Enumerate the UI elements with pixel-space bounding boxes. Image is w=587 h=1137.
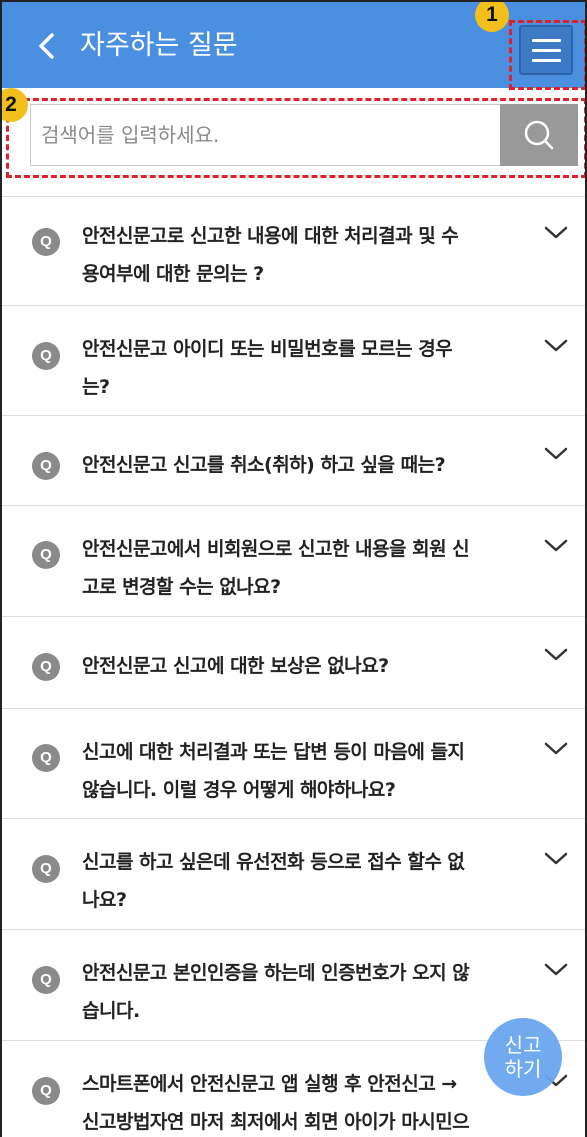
- faq-question: 신고를 하고 싶은데 유선전화 등으로 접수 할수 없나요?: [82, 843, 512, 919]
- faq-question-line: 는?: [82, 376, 110, 398]
- app-screen: 자주하는 질문 Q 안전신문고로 신고한 내용에 대한 처리결과 및 수용여부에…: [0, 0, 587, 1137]
- back-button[interactable]: [30, 24, 70, 68]
- q-icon: Q: [32, 855, 60, 883]
- report-fab-button[interactable]: 신고 하기: [484, 1018, 562, 1096]
- faq-question: 스마트폰에서 안전신문고 앱 실행 후 안전신고 → 신고방법자연 마저 최저에서…: [82, 1065, 512, 1137]
- q-icon: Q: [32, 1077, 60, 1105]
- faq-question-line: 안전신문고 본인인증을 하는데 인증번호가 오지 않: [82, 962, 470, 984]
- chevron-down-icon: [544, 963, 568, 976]
- faq-question-line: 않습니다. 이럴 경우 어떻게 해야하나요?: [82, 779, 396, 801]
- q-icon: Q: [32, 966, 60, 994]
- faq-question: 안전신문고 본인인증을 하는데 인증번호가 오지 않습니다.: [82, 954, 512, 1030]
- faq-item[interactable]: Q 안전신문고에서 비회원으로 신고한 내용을 회원 신고로 변경할 수는 없나…: [2, 505, 585, 616]
- faq-question-line: 고로 변경할 수는 없나요?: [82, 576, 281, 598]
- faq-item[interactable]: Q 안전신문고로 신고한 내용에 대한 처리결과 및 수용여부에 대한 문의는 …: [2, 196, 585, 305]
- chevron-down-icon: [544, 226, 568, 239]
- q-icon: Q: [32, 541, 60, 569]
- q-icon: Q: [32, 744, 60, 772]
- faq-question: 안전신문고 신고를 취소(취하) 하고 싶을 때는?: [82, 454, 446, 476]
- fab-label-line2: 하기: [504, 1057, 542, 1081]
- faq-item[interactable]: Q 신고를 하고 싶은데 유선전화 등으로 접수 할수 없나요?: [2, 818, 585, 929]
- chevron-down-icon: [544, 447, 568, 460]
- faq-question-line: 안전신문고로 신고한 내용에 대한 처리결과 및 수: [82, 225, 459, 247]
- hamburger-menu-icon: [532, 39, 561, 42]
- faq-question-line: 안전신문고 아이디 또는 비밀번호를 모르는 경우: [82, 338, 453, 360]
- search-icon: [524, 120, 554, 150]
- faq-question: 안전신문고에서 비회원으로 신고한 내용을 회원 신고로 변경할 수는 없나요?: [82, 530, 512, 606]
- faq-item[interactable]: Q 안전신문고 아이디 또는 비밀번호를 모르는 경우는?: [2, 305, 585, 415]
- menu-button[interactable]: [519, 25, 573, 75]
- q-icon: Q: [32, 653, 60, 681]
- faq-item[interactable]: Q 안전신문고 신고를 취소(취하) 하고 싶을 때는?: [2, 415, 585, 505]
- faq-question: 안전신문고 신고에 대한 보상은 없나요?: [82, 655, 389, 677]
- q-icon: Q: [32, 228, 60, 256]
- chevron-down-icon: [544, 742, 568, 755]
- faq-question-line: 습니다.: [82, 1000, 140, 1022]
- chevron-down-icon: [544, 852, 568, 865]
- faq-question-line: 신고방법자연 마저 최저에서 회면 아이가 마시민으: [82, 1111, 470, 1133]
- search-button[interactable]: [500, 104, 578, 166]
- faq-question: 안전신문고로 신고한 내용에 대한 처리결과 및 수용여부에 대한 문의는 ?: [82, 217, 512, 293]
- faq-question-line: 용여부에 대한 문의는 ?: [82, 263, 264, 285]
- fab-label-line1: 신고: [504, 1033, 542, 1057]
- search-input[interactable]: [30, 104, 500, 166]
- page-title: 자주하는 질문: [80, 30, 238, 61]
- chevron-down-icon: [544, 539, 568, 552]
- faq-question: 신고에 대한 처리결과 또는 답변 등이 마음에 들지않습니다. 이럴 경우 어…: [82, 733, 512, 809]
- faq-question: 안전신문고 아이디 또는 비밀번호를 모르는 경우는?: [82, 330, 512, 406]
- faq-item[interactable]: Q 안전신문고 본인인증을 하는데 인증번호가 오지 않습니다.: [2, 929, 585, 1040]
- hamburger-line: [532, 49, 561, 52]
- chevron-left-icon: [39, 33, 54, 59]
- faq-question-line: 나요?: [82, 889, 127, 911]
- chevron-down-icon: [544, 339, 568, 352]
- hamburger-line: [532, 59, 561, 62]
- chevron-down-icon: [544, 648, 568, 661]
- faq-question-line: 신고에 대한 처리결과 또는 답변 등이 마음에 들지: [82, 741, 465, 763]
- faq-question-line: 안전신문고에서 비회원으로 신고한 내용을 회원 신: [82, 538, 470, 560]
- faq-item[interactable]: Q 안전신문고 신고에 대한 보상은 없나요?: [2, 616, 585, 708]
- faq-question-line: 신고를 하고 싶은데 유선전화 등으로 접수 할수 없: [82, 851, 465, 873]
- faq-item[interactable]: Q 신고에 대한 처리결과 또는 답변 등이 마음에 들지않습니다. 이럴 경우…: [2, 708, 585, 818]
- faq-question-line: 스마트폰에서 안전신문고 앱 실행 후 안전신고 →: [82, 1073, 457, 1095]
- q-icon: Q: [32, 342, 60, 370]
- q-icon: Q: [32, 452, 60, 480]
